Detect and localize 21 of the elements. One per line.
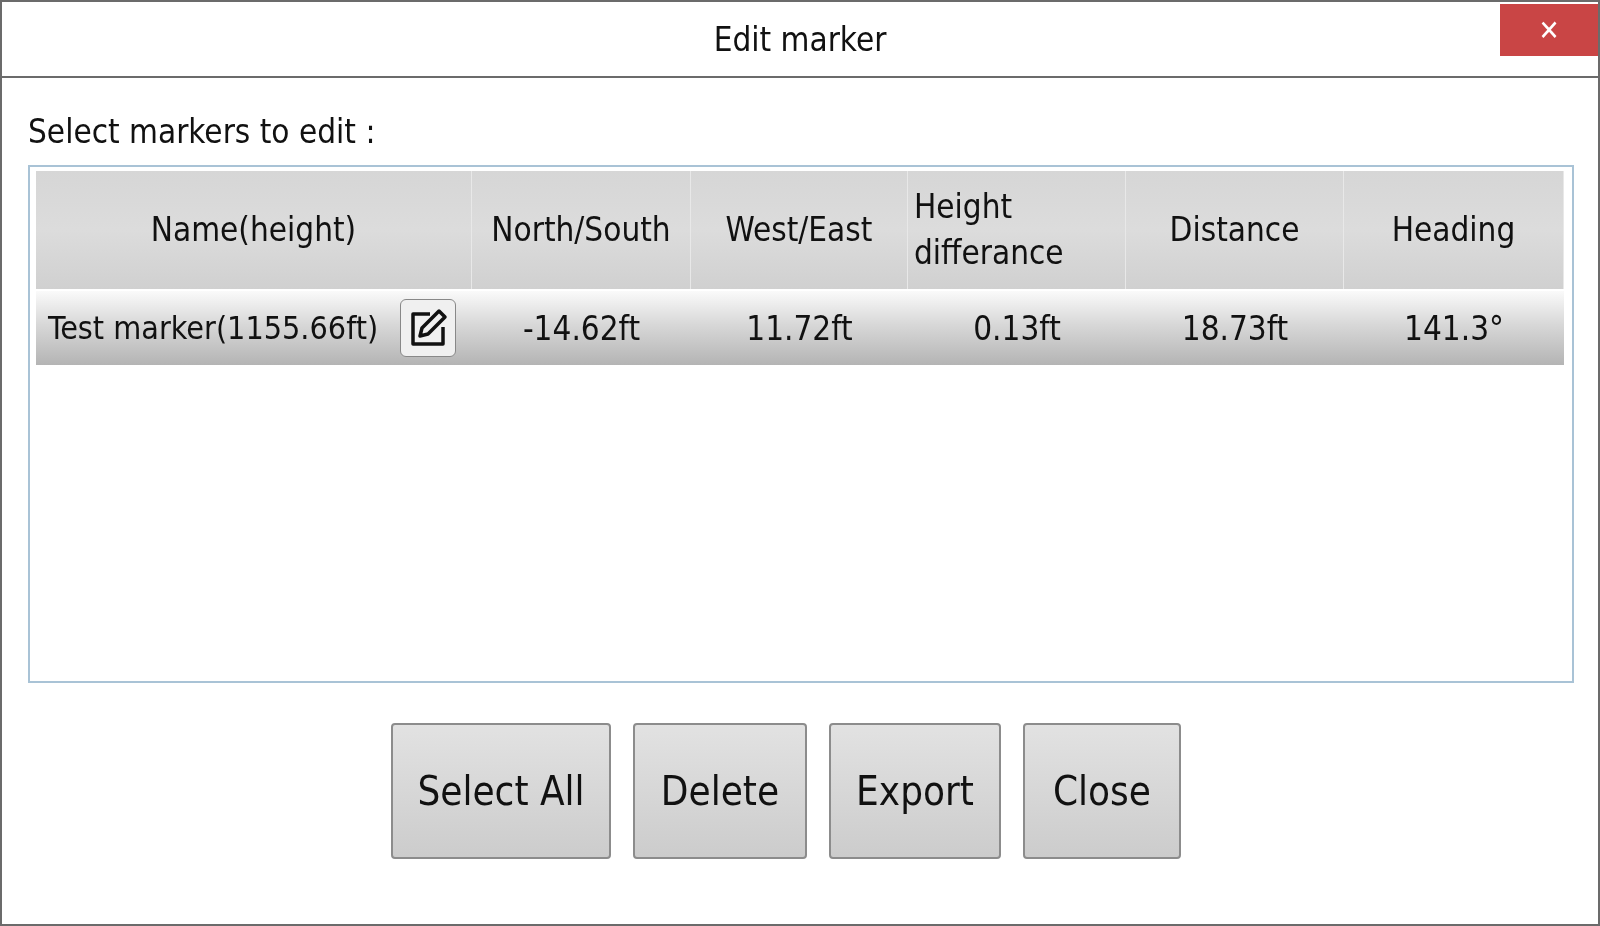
edit-button[interactable] [400,299,456,357]
dialog-button[interactable]: Export [829,723,1001,859]
edit-icon [408,308,448,348]
column-header[interactable]: West/East [691,171,908,289]
instruction-label: Select markers to edit : [28,112,377,151]
table-cell[interactable]: 141.3° [1344,291,1564,365]
table-cell[interactable]: Test marker(1155.66ft) [36,291,472,365]
close-button[interactable]: ✕ [1500,4,1598,56]
column-header[interactable]: Name(height) [36,171,472,289]
dialog-button[interactable]: Close [1023,723,1181,859]
table-cell[interactable]: 11.72ft [691,291,908,365]
window-title: Edit marker [713,19,887,59]
dialog-button[interactable]: Delete [633,723,807,859]
dialog-button[interactable]: Select All [391,723,611,859]
table-cell[interactable]: 18.73ft [1126,291,1344,365]
column-header[interactable]: North/South [472,171,691,289]
table-cell[interactable]: 0.13ft [908,291,1126,365]
column-header[interactable]: Height differance [908,171,1126,289]
column-header[interactable]: Distance [1126,171,1344,289]
column-header[interactable]: Heading [1344,171,1564,289]
table-cell[interactable]: -14.62ft [472,291,691,365]
